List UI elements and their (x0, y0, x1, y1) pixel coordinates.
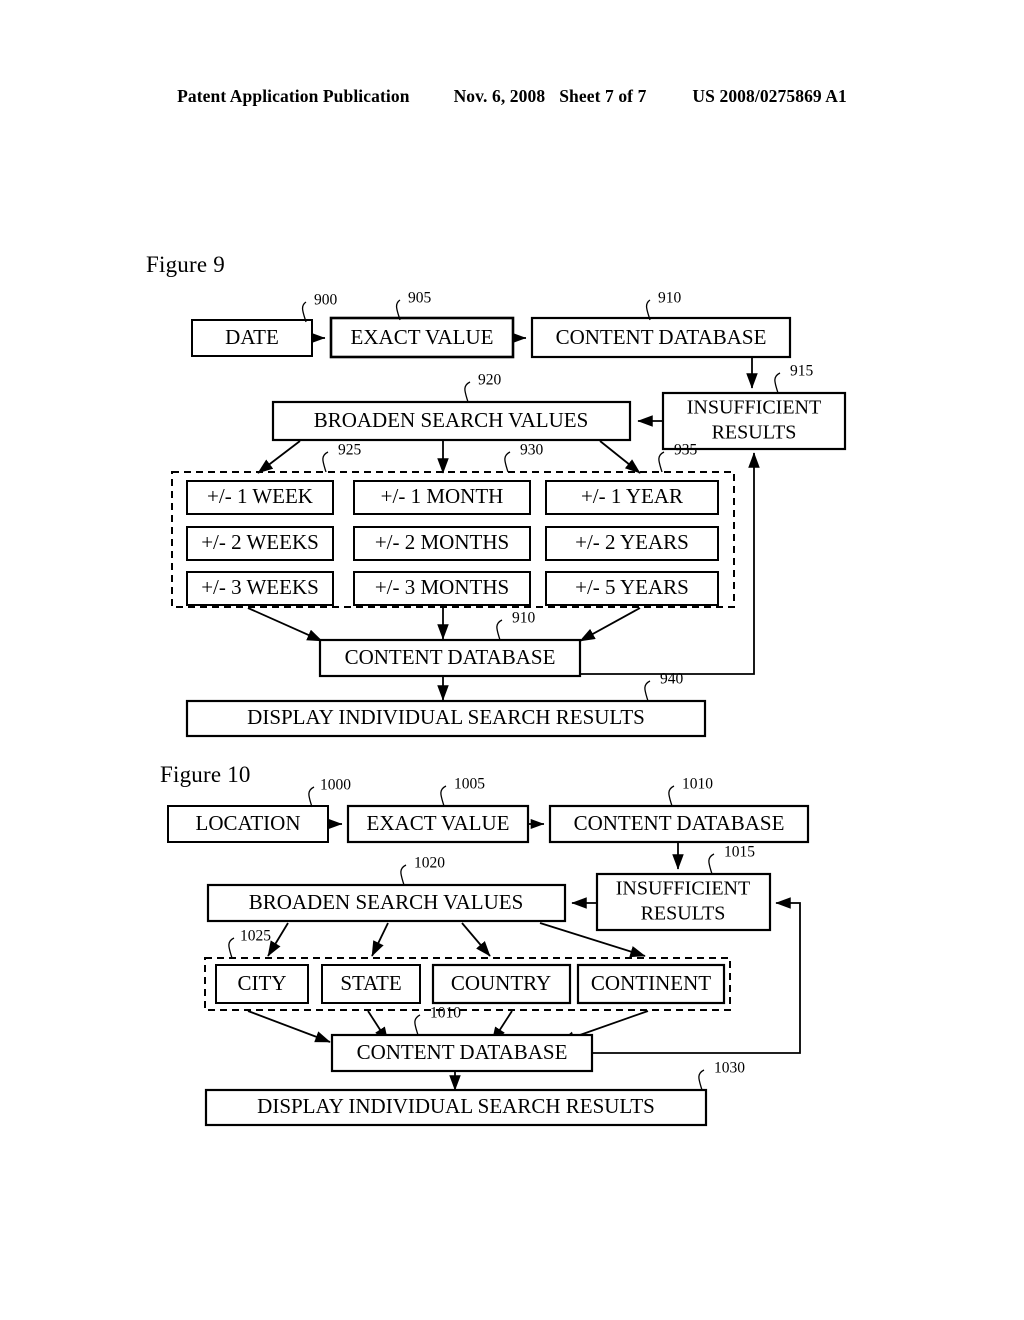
fig9-leader-925 (322, 451, 329, 473)
fig10-ref-1025: 1025 (240, 928, 271, 945)
fig10-leader-1010-top (668, 785, 675, 807)
fig9-value-label-0-0: +/- 1 WEEK (207, 484, 313, 508)
fig9-ref-930: 930 (520, 442, 544, 459)
fig9-node-insufficient-results-line2: RESULTS (712, 422, 797, 444)
fig9-value-label-2-2: +/- 5 YEARS (575, 575, 689, 599)
fig10-value-label-continent: CONTINENT (591, 971, 711, 995)
fig10-value-label-state: STATE (340, 971, 401, 995)
fig10-node-content-database-bottom-label: CONTENT DATABASE (357, 1040, 568, 1064)
fig10-node-insufficient-results-line2: RESULTS (641, 903, 726, 925)
fig9-arrow-broaden-to-col3 (599, 440, 641, 474)
fig9-value-label-0-1: +/- 1 MONTH (381, 484, 504, 508)
fig9-ref-935: 935 (674, 442, 698, 459)
fig9-node-insufficient-results-line1: INSUFFICIENT (687, 397, 821, 419)
fig9-leader-935 (658, 451, 665, 473)
fig10-leader-1005 (440, 785, 447, 807)
fig10-leader-1010-bottom (414, 1014, 421, 1036)
fig9-ref-910-top: 910 (658, 290, 682, 307)
fig10-ref-1015: 1015 (724, 844, 755, 861)
fig9-ref-910-bottom: 910 (512, 610, 536, 627)
fig10-value-label-city: CITY (238, 971, 287, 995)
fig9-leader-910-bottom (496, 619, 503, 641)
fig10-arrow-broaden-to-state (371, 922, 389, 957)
fig10-arrow-city-to-db (247, 1010, 331, 1043)
fig10-ref-1010-bottom: 1010 (430, 1005, 461, 1022)
fig9-node-exact-value-label: EXACT VALUE (351, 325, 494, 349)
fig9-arrow-col3-to-db (579, 607, 641, 642)
fig9-ref-900: 900 (314, 292, 338, 309)
fig10-ref-1020: 1020 (414, 855, 445, 872)
fig10-arrow-broaden-to-country (461, 922, 491, 957)
flow-diagrams: DATE EXACT VALUE CONTENT DATABASE 900 90… (167, 290, 847, 1127)
fig9-value-label-2-0: +/- 3 WEEKS (201, 575, 319, 599)
fig10-arrow-broaden-to-city (267, 922, 289, 957)
fig9-ref-940: 940 (660, 671, 684, 688)
fig9-node-broaden-search-values-label: BROADEN SEARCH VALUES (314, 408, 589, 432)
fig10-node-broaden-search-values-label: BROADEN SEARCH VALUES (249, 890, 524, 914)
fig10-node-insufficient-results-line1: INSUFFICIENT (616, 878, 750, 900)
fig10-node-location-label: LOCATION (196, 811, 301, 835)
fig9-node-content-database-bottom-label: CONTENT DATABASE (345, 645, 556, 669)
fig10-leader-1000 (308, 786, 315, 808)
fig9-node-date-label: DATE (225, 325, 279, 349)
fig10-leader-1030 (698, 1069, 705, 1091)
fig10-ref-1010-top: 1010 (682, 776, 713, 793)
fig9-value-label-0-2: +/- 1 YEAR (581, 484, 683, 508)
fig9-leader-930 (504, 451, 511, 473)
fig9-value-label-1-2: +/- 2 YEARS (575, 530, 689, 554)
fig9-value-label-1-1: +/- 2 MONTHS (375, 530, 509, 554)
fig9-ref-915: 915 (790, 363, 814, 380)
fig10-ref-1005: 1005 (454, 776, 485, 793)
fig10-node-content-database-top-label: CONTENT DATABASE (574, 811, 785, 835)
patent-drawing-sheet: Patent Application Publication Nov. 6, 2… (0, 0, 1024, 1320)
fig9-leader-920 (464, 381, 471, 403)
fig9-leader-915 (774, 372, 781, 394)
fig9-ref-905: 905 (408, 290, 432, 307)
fig9-value-label-1-0: +/- 2 WEEKS (201, 530, 319, 554)
fig9-arrow-broaden-to-col1 (257, 440, 301, 474)
fig10-leader-1015 (708, 853, 715, 875)
fig9-node-display-results-label: DISPLAY INDIVIDUAL SEARCH RESULTS (247, 705, 645, 729)
fig10-ref-1030: 1030 (714, 1060, 745, 1077)
fig9-arrow-col1-to-db (247, 607, 323, 642)
fig9-ref-920: 920 (478, 372, 502, 389)
fig10-leader-1020 (400, 864, 407, 886)
fig10-node-exact-value-label: EXACT VALUE (367, 811, 510, 835)
fig10-node-display-results-label: DISPLAY INDIVIDUAL SEARCH RESULTS (257, 1094, 655, 1118)
fig9-value-label-2-1: +/- 3 MONTHS (375, 575, 509, 599)
fig10-leader-1025 (228, 937, 235, 959)
fig9-ref-925: 925 (338, 442, 362, 459)
fig10-value-label-country: COUNTRY (451, 971, 551, 995)
fig9-leader-940 (644, 680, 651, 702)
fig10-ref-1000: 1000 (320, 777, 351, 794)
fig9-node-content-database-top-label: CONTENT DATABASE (556, 325, 767, 349)
